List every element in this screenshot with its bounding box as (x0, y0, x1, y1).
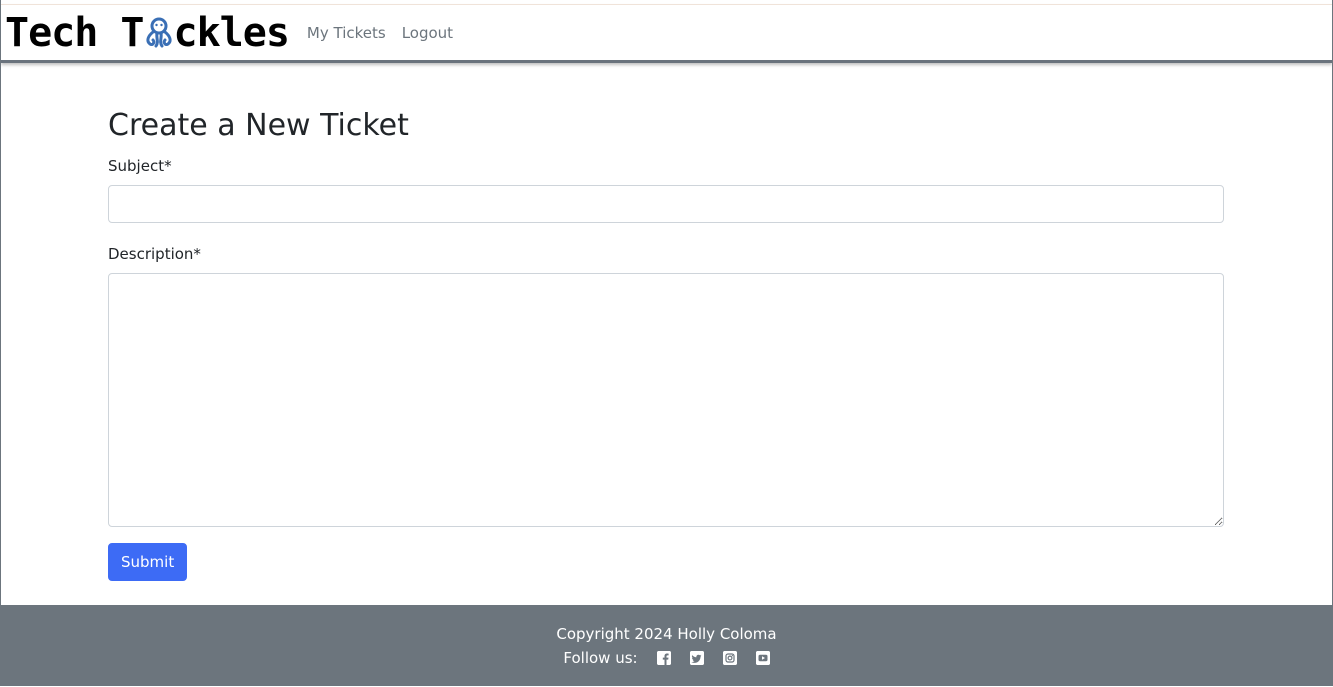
footer: Copyright 2024 Holly Coloma Follow us: (1, 605, 1332, 685)
navbar: Tech T ckles My Tickets Logout (1, 5, 1332, 63)
description-textarea[interactable] (108, 273, 1224, 527)
description-label: Description* (108, 245, 201, 263)
youtube-icon[interactable] (755, 651, 770, 665)
nav-link-logout[interactable]: Logout (402, 24, 453, 42)
facebook-icon[interactable] (656, 651, 671, 665)
subject-input[interactable] (108, 185, 1224, 223)
twitter-icon[interactable] (689, 651, 704, 665)
nav-link-my-tickets[interactable]: My Tickets (307, 24, 386, 42)
subject-label: Subject* (108, 157, 172, 175)
page: Tech T ckles My Tickets Logout Create a … (0, 0, 1333, 686)
ticket-form: Subject* Description* Submit (108, 156, 1224, 581)
submit-button[interactable]: Submit (108, 543, 188, 581)
page-title: Create a New Ticket (108, 108, 409, 143)
brand-name-prefix: Tech T (5, 9, 144, 56)
footer-copyright: Copyright 2024 Holly Coloma (556, 625, 777, 643)
brand-name-suffix: ckles (173, 9, 290, 56)
nav-links: My Tickets Logout (307, 24, 453, 42)
octopus-icon (145, 17, 172, 47)
instagram-icon[interactable] (722, 651, 737, 665)
footer-follow: Follow us: (1, 648, 1332, 668)
follow-us-label: Follow us: (563, 649, 638, 667)
ticket-form-section: Create a New Ticket Subject* Description… (108, 100, 1224, 581)
brand-logo[interactable]: Tech T ckles (5, 8, 290, 58)
